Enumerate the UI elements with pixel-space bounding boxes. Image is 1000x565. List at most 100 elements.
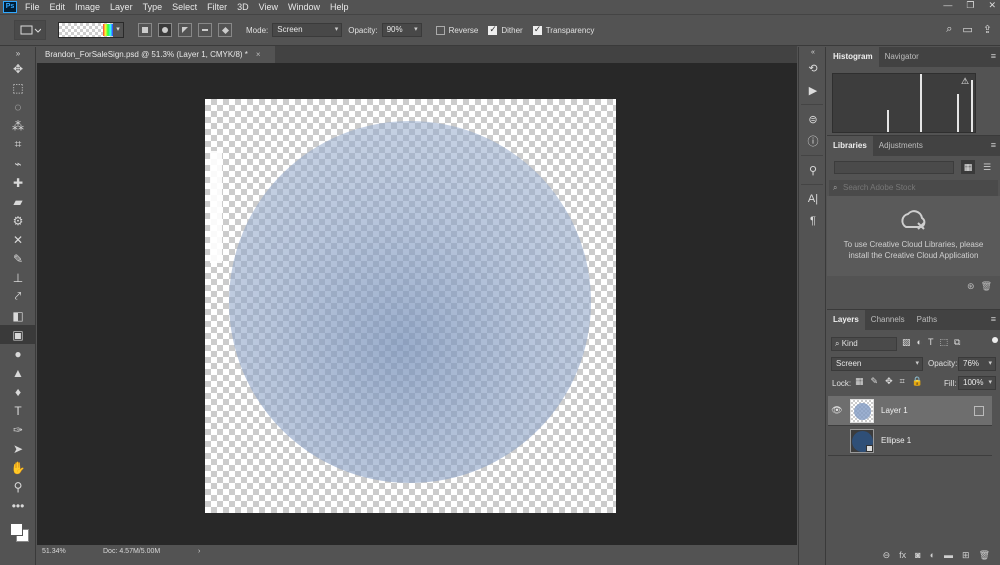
brush-settings-icon[interactable]: ⚲ [799, 159, 827, 181]
layer-mask-icon[interactable]: ◙ [915, 550, 920, 560]
hand-tool-icon[interactable]: ✋ [0, 458, 36, 477]
menu-filter[interactable]: Filter [207, 2, 227, 12]
workspace-icon[interactable]: ▭ [962, 23, 972, 36]
menu-edit[interactable]: Edit [50, 2, 66, 12]
tab-paths[interactable]: Paths [911, 310, 943, 330]
visibility-eye-icon[interactable]: 👁 [828, 405, 846, 416]
move-tool-icon[interactable]: ✥ [0, 59, 36, 78]
layer-filter-select[interactable]: ⌕ Kind [831, 337, 897, 351]
dodge-tool-icon[interactable]: ▲ [0, 363, 36, 382]
history-brush-tool-icon[interactable]: ✕ [0, 230, 36, 249]
filter-type-icon[interactable]: T [928, 337, 934, 348]
clone-stamp-tool-icon[interactable]: ⚙ [0, 211, 36, 230]
cc-sync-icon[interactable]: ⊛ [967, 281, 975, 292]
eyedropper-tool-icon[interactable]: ⌁ [0, 154, 36, 173]
warning-icon[interactable]: ⚠ [961, 76, 969, 87]
layer-row[interactable]: 👁 Layer 1 [828, 396, 992, 426]
layer-name[interactable]: Ellipse 1 [881, 436, 992, 445]
tab-histogram[interactable]: Histogram [827, 47, 879, 67]
share-icon[interactable]: ⇪ [983, 23, 992, 36]
layer-link-icon[interactable] [974, 405, 984, 416]
paragraph-icon[interactable]: ¶ [799, 210, 827, 232]
search-icon[interactable]: ⌕ [946, 23, 952, 36]
tab-libraries[interactable]: Libraries [827, 136, 873, 156]
stamp-tool-icon[interactable]: ⊥ [0, 268, 36, 287]
library-select[interactable] [834, 161, 954, 174]
trash-icon[interactable]: 🗑 [981, 281, 992, 292]
menu-file[interactable]: File [25, 2, 40, 12]
gradient-dropdown-icon[interactable]: ▾ [113, 23, 123, 37]
properties-icon[interactable]: ⊜ [799, 108, 827, 130]
menu-type[interactable]: Type [143, 2, 163, 12]
lock-position-icon[interactable]: ✥ [885, 376, 893, 387]
tab-layers[interactable]: Layers [827, 310, 865, 330]
type-tool-icon[interactable]: T [0, 401, 36, 420]
transparency-checkbox[interactable] [532, 24, 542, 35]
filter-shape-icon[interactable]: ⬚ [939, 337, 948, 348]
document-canvas[interactable] [205, 99, 616, 513]
actions-play-icon[interactable]: ▶ [799, 79, 827, 101]
character-icon[interactable]: A| [799, 188, 827, 210]
linear-gradient-button[interactable] [138, 23, 152, 37]
menu-select[interactable]: Select [172, 2, 197, 12]
opacity-field[interactable]: 90% ▾ [381, 23, 422, 37]
filter-toggle[interactable] [992, 337, 998, 343]
layer-style-icon[interactable]: fx [899, 550, 906, 560]
marquee-tool-icon[interactable]: ⬚ [0, 78, 36, 97]
list-view-icon[interactable]: ☰ [980, 160, 994, 174]
mode-select[interactable]: Screen ▾ [272, 23, 343, 37]
color-swatches[interactable] [8, 521, 32, 545]
strip-collapse-icon[interactable]: « [799, 47, 827, 57]
gradient-editor-swatch[interactable]: ▾ [58, 22, 124, 38]
paint-brush-tool-icon[interactable]: ✎ [0, 249, 36, 268]
brush-tool-icon[interactable]: ▰ [0, 192, 36, 211]
info-icon[interactable]: ⓘ [799, 130, 827, 152]
crop-tool-icon[interactable]: ⌗ [0, 135, 36, 154]
grid-view-icon[interactable]: ▦ [961, 160, 975, 174]
adjustment-layer-icon[interactable]: ◐ [930, 550, 935, 560]
panel-menu-icon[interactable]: ≡ [991, 51, 996, 61]
zoom-level[interactable]: 51.34% [42, 545, 66, 559]
art-history-tool-icon[interactable]: ⤤ [0, 287, 36, 306]
filter-smart-object-icon[interactable]: ⧉ [954, 337, 960, 348]
menu-layer[interactable]: Layer [110, 2, 133, 12]
delete-layer-icon[interactable]: 🗑 [979, 550, 990, 561]
healing-brush-tool-icon[interactable]: ✚ [0, 173, 36, 192]
direct-selection-tool-icon[interactable]: ➤ [0, 439, 36, 458]
layer-row[interactable]: 👁 Ellipse 1 [828, 426, 992, 456]
foreground-color-swatch[interactable] [10, 523, 23, 536]
reverse-checkbox[interactable] [435, 25, 445, 35]
lock-all-icon[interactable]: 🔒 [912, 376, 923, 387]
eraser-tool-icon[interactable]: ◧ [0, 306, 36, 325]
tab-navigator[interactable]: Navigator [879, 47, 925, 67]
panel-menu-icon[interactable]: ≡ [991, 314, 996, 324]
tab-adjustments[interactable]: Adjustments [873, 136, 929, 156]
tools-collapse-icon[interactable]: » [0, 47, 36, 59]
library-search-input[interactable]: ⌕ Search Adobe Stock [829, 180, 998, 196]
dither-checkbox[interactable] [488, 24, 498, 35]
lock-transparent-icon[interactable]: ▦ [855, 376, 864, 387]
angle-gradient-button[interactable] [178, 23, 192, 37]
blur-tool-icon[interactable]: ● [0, 344, 36, 363]
layer-opacity-field[interactable]: 76% ▾ [958, 357, 996, 371]
menu-3d[interactable]: 3D [237, 2, 249, 12]
radial-gradient-button[interactable] [158, 23, 172, 37]
tool-preset-picker[interactable] [14, 20, 46, 40]
new-group-icon[interactable]: ▬ [944, 550, 953, 560]
menu-image[interactable]: Image [75, 2, 100, 12]
layer-thumbnail[interactable] [850, 398, 874, 423]
filter-adjustment-icon[interactable]: ◐ [917, 337, 922, 348]
lock-image-icon[interactable]: ✎ [871, 376, 879, 387]
reflected-gradient-button[interactable] [198, 23, 212, 37]
close-tab-icon[interactable]: × [256, 50, 261, 59]
blend-mode-select[interactable]: Screen ▾ [831, 357, 923, 371]
more-tools-icon[interactable]: ••• [0, 496, 36, 515]
visibility-eye-icon[interactable]: 👁 [828, 435, 846, 446]
lock-artboard-icon[interactable]: ⌗ [900, 376, 905, 387]
status-menu-icon[interactable]: › [198, 545, 200, 559]
menu-help[interactable]: Help [330, 2, 349, 12]
filter-pixel-icon[interactable]: ▨ [902, 337, 911, 348]
menu-window[interactable]: Window [288, 2, 320, 12]
tab-channels[interactable]: Channels [865, 310, 911, 330]
panel-menu-icon[interactable]: ≡ [991, 140, 996, 150]
